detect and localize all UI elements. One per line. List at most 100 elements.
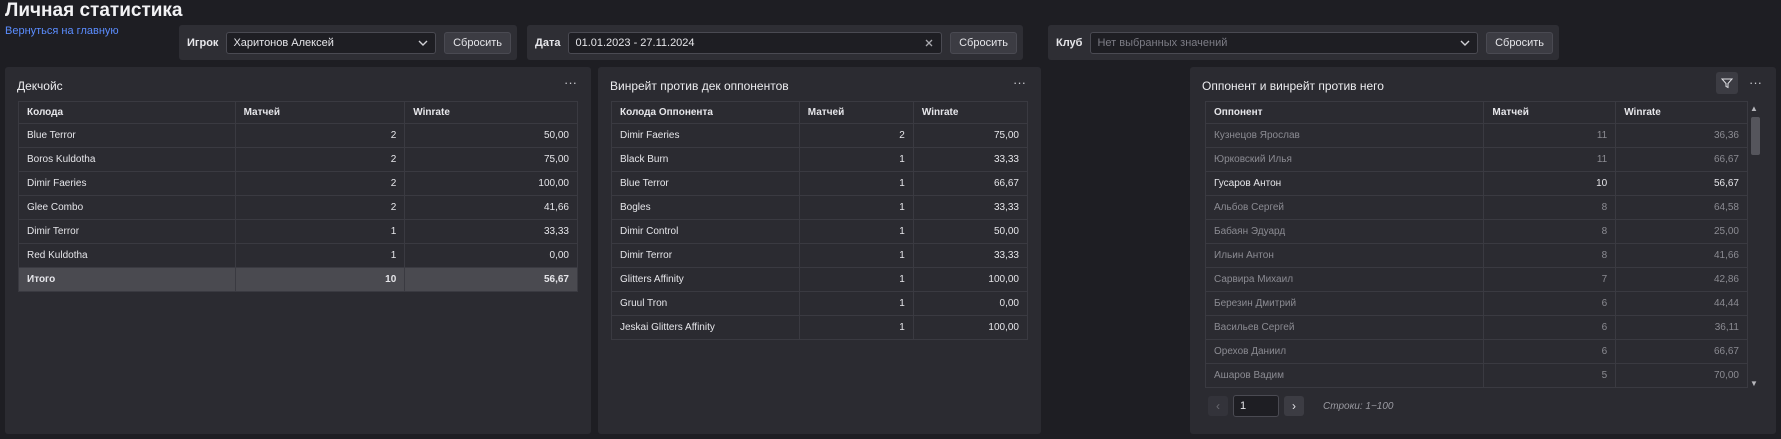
row-name-cell: Dimir Faeries — [18, 171, 236, 196]
player-select-value: Харитонов Алексей — [233, 36, 334, 49]
row-matches-cell: 1 — [234, 219, 406, 244]
row-name-cell: Dimir Terror — [18, 219, 236, 244]
row-matches-cell: 8 — [1483, 243, 1617, 268]
table-row[interactable]: Юрковский Илья 11 66,67 — [1204, 147, 1748, 172]
table-row[interactable]: Васильев Сергей 6 36,11 — [1204, 315, 1748, 340]
table-row[interactable]: Blue Terror 2 50,00 — [18, 123, 578, 148]
row-name-cell: Гусаров Антон — [1204, 171, 1485, 196]
club-reset-button[interactable]: Сбросить — [1486, 31, 1553, 54]
player-reset-button[interactable]: Сбросить — [444, 31, 511, 54]
table-row[interactable]: Бабаян Эдуард 8 25,00 — [1204, 219, 1748, 244]
row-matches-cell: 1 — [798, 267, 914, 292]
more-options-icon[interactable]: ··· — [1749, 75, 1762, 90]
row-winrate-cell: 36,11 — [1615, 315, 1748, 340]
more-options-icon[interactable]: ··· — [564, 75, 577, 90]
column-header[interactable]: Winrate — [912, 101, 1029, 124]
club-select[interactable]: Нет выбранных значений — [1090, 31, 1479, 54]
back-to-home-link[interactable]: Вернуться на главную — [5, 25, 119, 37]
row-name-cell: Glee Combo — [18, 195, 236, 220]
table-row[interactable]: Орехов Даниил 6 66,67 — [1204, 339, 1748, 364]
table-row[interactable]: Bogles 1 33,33 — [611, 195, 1029, 220]
row-name-cell: Gruul Tron — [611, 291, 800, 316]
row-matches-cell: 11 — [1483, 147, 1617, 172]
more-options-icon[interactable]: ··· — [1013, 75, 1026, 90]
table-row[interactable]: Альбов Сергей 8 64,58 — [1204, 195, 1748, 220]
column-header[interactable]: Матчей — [234, 101, 406, 124]
row-name-cell: Dimir Terror — [611, 243, 800, 268]
table-row[interactable]: Dimir Terror 1 33,33 — [611, 243, 1029, 268]
row-name-cell: Сарвира Михаил — [1204, 267, 1485, 292]
row-name-cell: Glitters Affinity — [611, 267, 800, 292]
table-row[interactable]: Jeskai Glitters Affinity 1 100,00 — [611, 315, 1029, 340]
table-row[interactable]: Blue Terror 1 66,67 — [611, 171, 1029, 196]
row-name-cell: Boros Kuldotha — [18, 147, 236, 172]
column-header[interactable]: Колода Оппонента — [611, 101, 800, 124]
row-winrate-cell: 70,00 — [1615, 363, 1748, 388]
row-winrate-cell: 42,86 — [1615, 267, 1748, 292]
prev-page-button[interactable]: ‹ — [1208, 396, 1228, 416]
player-select[interactable]: Харитонов Алексей — [226, 31, 437, 54]
column-header[interactable]: Матчей — [1483, 101, 1617, 124]
row-winrate-cell: 50,00 — [404, 123, 578, 148]
table-row[interactable]: Glee Combo 2 41,66 — [18, 195, 578, 220]
table-row[interactable]: Black Burn 1 33,33 — [611, 147, 1029, 172]
row-winrate-cell: 33,33 — [404, 219, 578, 244]
pagination: ‹ 1 › Строки: 1−100 — [1208, 395, 1394, 417]
table-header-row: Колода Матчей Winrate — [18, 101, 578, 124]
row-name-cell: Кузнецов Ярослав — [1204, 123, 1485, 148]
row-winrate-cell: 44,44 — [1615, 291, 1748, 316]
row-winrate-cell: 41,66 — [1615, 243, 1748, 268]
date-range-value: 01.01.2023 - 27.11.2024 — [575, 36, 695, 49]
player-filter-label: Игрок — [187, 36, 219, 49]
date-filter-label: Дата — [535, 36, 561, 49]
table-row[interactable]: Кузнецов Ярослав 11 36,36 — [1204, 123, 1748, 148]
date-reset-button[interactable]: Сбросить — [950, 31, 1017, 54]
row-winrate-cell: 36,36 — [1615, 123, 1748, 148]
table-row[interactable]: Сарвира Михаил 7 42,86 — [1204, 267, 1748, 292]
column-header[interactable]: Матчей — [798, 101, 914, 124]
next-page-button[interactable]: › — [1284, 396, 1304, 416]
total-cell: Итого — [18, 267, 236, 292]
row-winrate-cell: 66,67 — [912, 171, 1029, 196]
filter-button[interactable] — [1716, 72, 1738, 94]
row-winrate-cell: 41,66 — [404, 195, 578, 220]
column-header[interactable]: Оппонент — [1204, 101, 1485, 124]
table-row[interactable]: Red Kuldotha 1 0,00 — [18, 243, 578, 268]
table-row[interactable]: Boros Kuldotha 2 75,00 — [18, 147, 578, 172]
date-filter: Дата 01.01.2023 - 27.11.2024 Сбросить — [527, 25, 1023, 60]
table-row[interactable]: Ильин Антон 8 41,66 — [1204, 243, 1748, 268]
row-winrate-cell: 100,00 — [404, 171, 578, 196]
table-header-row: Оппонент Матчей Winrate — [1204, 101, 1748, 124]
table-row[interactable]: Березин Дмитрий 6 44,44 — [1204, 291, 1748, 316]
row-name-cell: Dimir Control — [611, 219, 800, 244]
club-select-placeholder: Нет выбранных значений — [1097, 36, 1228, 49]
column-header[interactable]: Winrate — [1615, 101, 1748, 124]
table-row[interactable]: Гусаров Антон 10 56,67 — [1204, 171, 1748, 196]
column-header[interactable]: Winrate — [404, 101, 578, 124]
table-row[interactable]: Ашаров Вадим 5 70,00 — [1204, 363, 1748, 388]
table-row[interactable]: Dimir Control 1 50,00 — [611, 219, 1029, 244]
row-matches-cell: 6 — [1483, 339, 1617, 364]
opponents-table: Оппонент Матчей Winrate Кузнецов Ярослав… — [1204, 101, 1748, 388]
table-row[interactable]: Glitters Affinity 1 100,00 — [611, 267, 1029, 292]
player-filter: Игрок Харитонов Алексей Сбросить — [179, 25, 517, 60]
page-number-input[interactable]: 1 — [1233, 395, 1279, 417]
table-row[interactable]: Dimir Faeries 2 100,00 — [18, 171, 578, 196]
column-header[interactable]: Колода — [18, 101, 236, 124]
deck-choice-panel: Декчойс ··· Колода Матчей Winrate Blue T… — [5, 67, 591, 434]
row-winrate-cell: 50,00 — [912, 219, 1029, 244]
table-row[interactable]: Dimir Faeries 2 75,00 — [611, 123, 1029, 148]
table-row[interactable]: Gruul Tron 1 0,00 — [611, 291, 1029, 316]
clear-icon[interactable] — [923, 37, 935, 49]
chevron-down-icon — [418, 40, 428, 46]
scroll-down-icon[interactable]: ▼ — [1750, 379, 1758, 388]
row-matches-cell: 1 — [798, 147, 914, 172]
row-winrate-cell: 33,33 — [912, 147, 1029, 172]
table-row[interactable]: Dimir Terror 1 33,33 — [18, 219, 578, 244]
scrollbar-thumb[interactable] — [1751, 117, 1760, 155]
date-range-input[interactable]: 01.01.2023 - 27.11.2024 — [568, 31, 943, 54]
scroll-up-icon[interactable]: ▲ — [1750, 104, 1758, 113]
opponent-decks-panel: Винрейт против дек оппонентов ··· Колода… — [598, 67, 1041, 434]
deck-choice-title: Декчойс — [17, 79, 63, 93]
row-matches-cell: 2 — [234, 195, 406, 220]
